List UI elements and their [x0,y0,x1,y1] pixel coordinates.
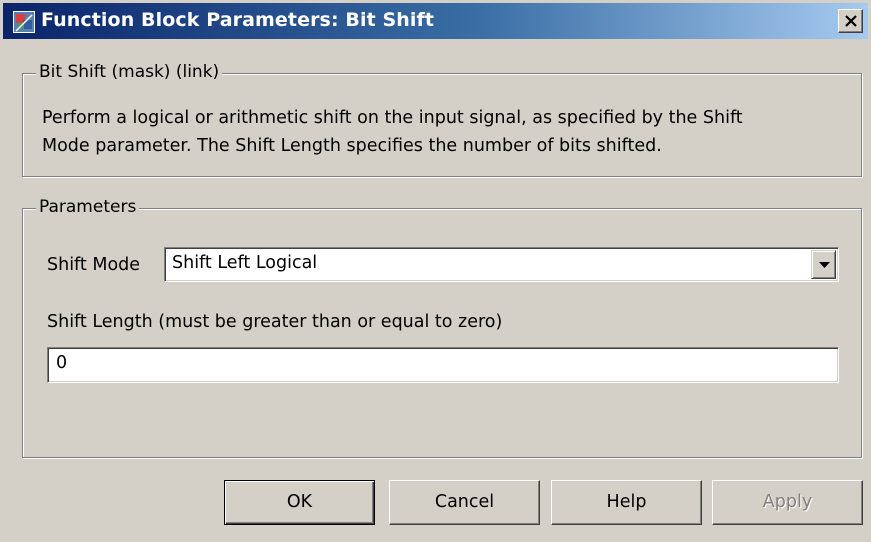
cancel-button[interactable]: Cancel [389,480,540,525]
shift-length-label: Shift Length (must be greater than or eq… [47,312,503,332]
help-button[interactable]: Help [551,480,702,525]
description-group-legend: Bit Shift (mask) (link) [36,62,223,82]
apply-button: Apply [712,480,863,525]
shift-mode-dropdown[interactable]: Shift Left Logical [164,247,839,282]
shift-mode-dropdown-button[interactable] [811,250,836,279]
ok-button[interactable]: OK [224,480,375,525]
dialog-window: Function Block Parameters: Bit Shift Bit… [0,0,871,542]
title-bar[interactable]: Function Block Parameters: Bit Shift [3,3,868,39]
description-line-1: Perform a logical or arithmetic shift on… [42,108,743,128]
shift-length-input[interactable]: 0 [47,347,839,383]
shift-mode-label: Shift Mode [47,255,141,275]
description-line-2: Mode parameter. The Shift Length specifi… [42,136,662,156]
parameters-group-legend: Parameters [36,197,140,217]
parameters-group [22,208,862,458]
close-icon [845,15,857,27]
shift-mode-selected: Shift Left Logical [172,253,318,273]
description-text: Perform a logical or arithmetic shift on… [42,104,743,160]
shift-length-value: 0 [56,353,68,373]
close-button[interactable] [838,9,863,33]
chevron-down-icon [819,262,830,268]
window-title: Function Block Parameters: Bit Shift [41,9,435,31]
simulink-block-icon [13,11,35,33]
